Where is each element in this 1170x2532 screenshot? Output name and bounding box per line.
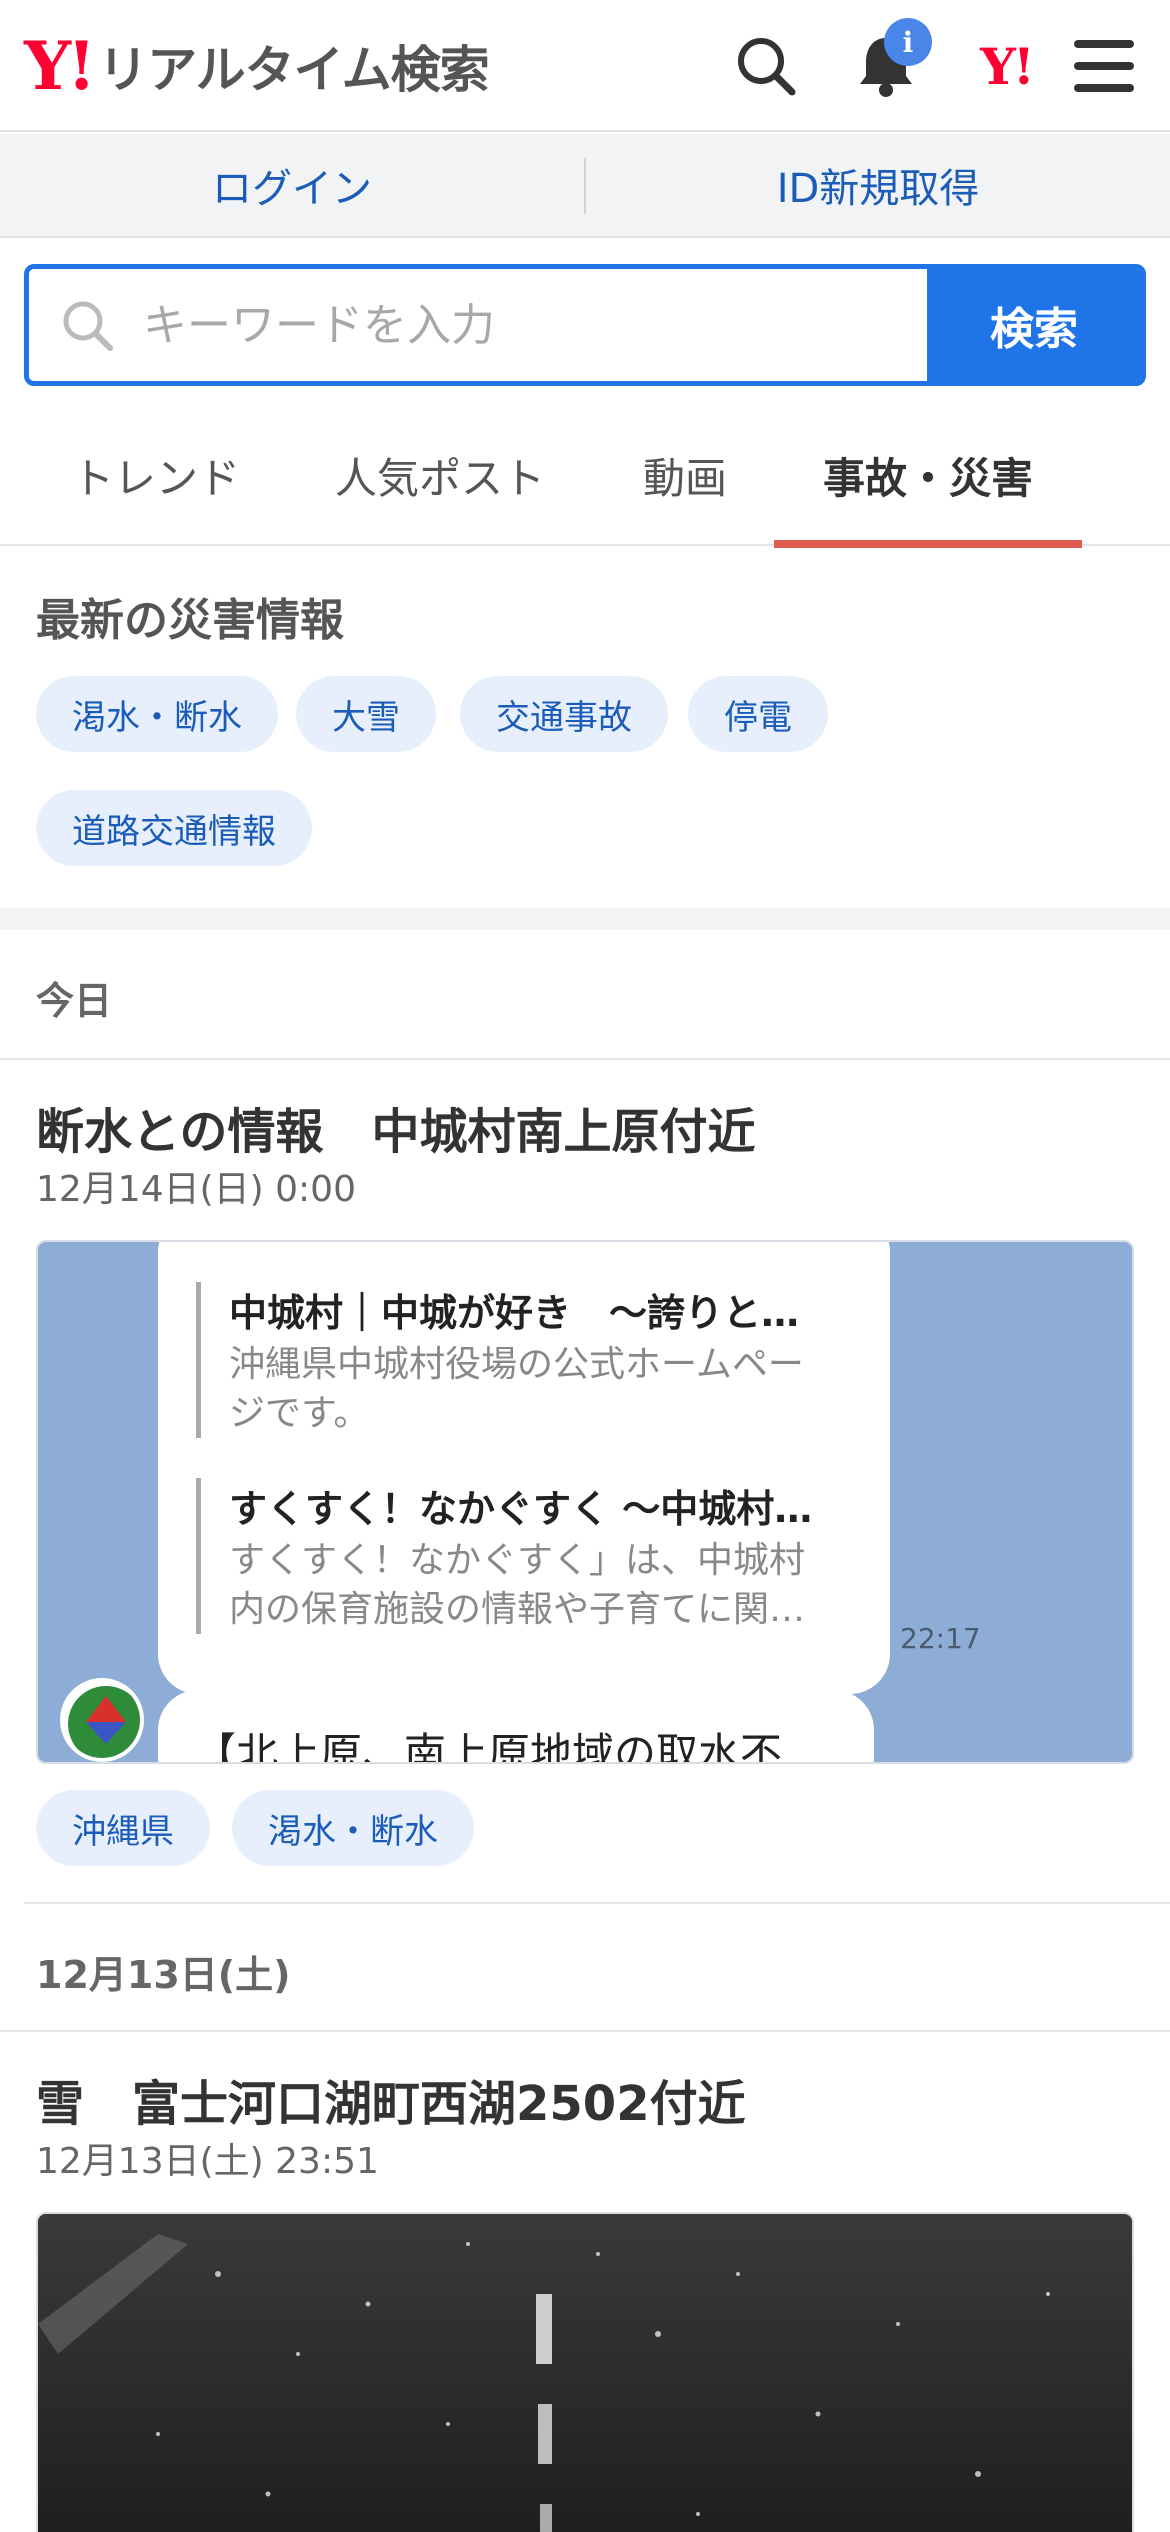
- chat-bubble: 中城村｜中城が好き 〜誇りと… 沖縄県中城村役場の公式ホームページです。 すくす…: [158, 1242, 890, 1694]
- post-date: 12月13日(土) 23:51: [36, 2141, 379, 2182]
- post-title[interactable]: 断水との情報 中城村南上原付近: [36, 1092, 756, 1162]
- chip-power-outage[interactable]: 停電: [688, 676, 828, 752]
- tag-okinawa[interactable]: 沖縄県: [36, 1790, 210, 1866]
- divider: [0, 2030, 1170, 2032]
- search-bar: 検索: [24, 264, 1146, 386]
- tag-drought-water-outage[interactable]: 渇水・断水: [232, 1790, 474, 1866]
- search-field-wrapper: [29, 269, 927, 381]
- login-bar: ログイン ID新規取得: [0, 134, 1170, 238]
- link-card: すくすく！なかぐすく 〜中城村… すくすく！なかぐすく」は、中城村内の保育施設の…: [196, 1478, 836, 1635]
- notification-button[interactable]: i: [850, 18, 932, 102]
- post-title[interactable]: 雪 富士河口湖町西湖2502付近: [36, 2064, 746, 2134]
- post-image[interactable]: 中城村｜中城が好き 〜誇りと… 沖縄県中城村役場の公式ホームページです。 すくす…: [36, 1240, 1134, 1764]
- link-card: 中城村｜中城が好き 〜誇りと… 沖縄県中城村役場の公式ホームページです。: [196, 1282, 836, 1439]
- divider: [24, 1902, 1170, 1904]
- section-divider: [0, 908, 1170, 930]
- app-header: Y! リアルタイム検索 i Y!: [0, 0, 1170, 132]
- tab-popular-posts[interactable]: 人気ポスト: [320, 404, 560, 546]
- day-label: 12月13日(土): [36, 1953, 291, 1997]
- day-label-today: 今日: [36, 979, 113, 1023]
- avatar: [60, 1678, 144, 1762]
- register-link[interactable]: ID新規取得: [586, 134, 1170, 236]
- search-input[interactable]: [143, 299, 843, 351]
- link-card-title: すくすく！なかぐすく 〜中城村…: [229, 1487, 813, 1531]
- chat-timestamp: 22:17: [900, 1622, 981, 1655]
- notification-badge: i: [884, 18, 932, 66]
- chip-drought-water-outage[interactable]: 渇水・断水: [36, 676, 278, 752]
- snow-scene-image: [38, 2214, 1132, 2532]
- divider: [0, 1058, 1170, 1060]
- login-link[interactable]: ログイン: [0, 134, 584, 236]
- yahoo-mark-text: Y!: [980, 36, 1035, 96]
- tab-accidents-disasters[interactable]: 事故・災害: [774, 404, 1082, 548]
- chat-message: 【北上原、南上原地域の取水不: [158, 1690, 874, 1762]
- yahoo-realtime-logo[interactable]: Y! リアルタイム検索: [24, 27, 490, 105]
- post-date: 12月14日(日) 0:00: [36, 1169, 356, 1210]
- tab-video[interactable]: 動画: [620, 404, 750, 546]
- disaster-section-title: 最新の災害情報: [36, 595, 344, 646]
- tab-trend[interactable]: トレンド: [36, 404, 276, 546]
- link-card-title: 中城村｜中城が好き 〜誇りと…: [229, 1291, 800, 1335]
- chip-road-traffic-info[interactable]: 道路交通情報: [36, 790, 312, 866]
- search-field-icon: [63, 301, 113, 351]
- yahoo-logo-mark: Y!: [24, 27, 96, 105]
- yahoo-logo-icon[interactable]: Y!: [966, 30, 1046, 102]
- link-card-description: すくすく！なかぐすく」は、中城村内の保育施設の情報や子育てに関…: [229, 1540, 806, 1630]
- category-tabs: トレンド 人気ポスト 動画 事故・災害: [0, 404, 1170, 548]
- chip-heavy-snow[interactable]: 大雪: [296, 676, 436, 752]
- logo-title: リアルタイム検索: [98, 41, 489, 99]
- menu-icon[interactable]: [1068, 30, 1140, 102]
- post-image[interactable]: [36, 2212, 1134, 2532]
- search-icon[interactable]: [730, 30, 802, 102]
- chip-traffic-accident[interactable]: 交通事故: [460, 676, 668, 752]
- search-button[interactable]: 検索: [927, 269, 1141, 381]
- link-card-description: 沖縄県中城村役場の公式ホームページです。: [229, 1344, 804, 1434]
